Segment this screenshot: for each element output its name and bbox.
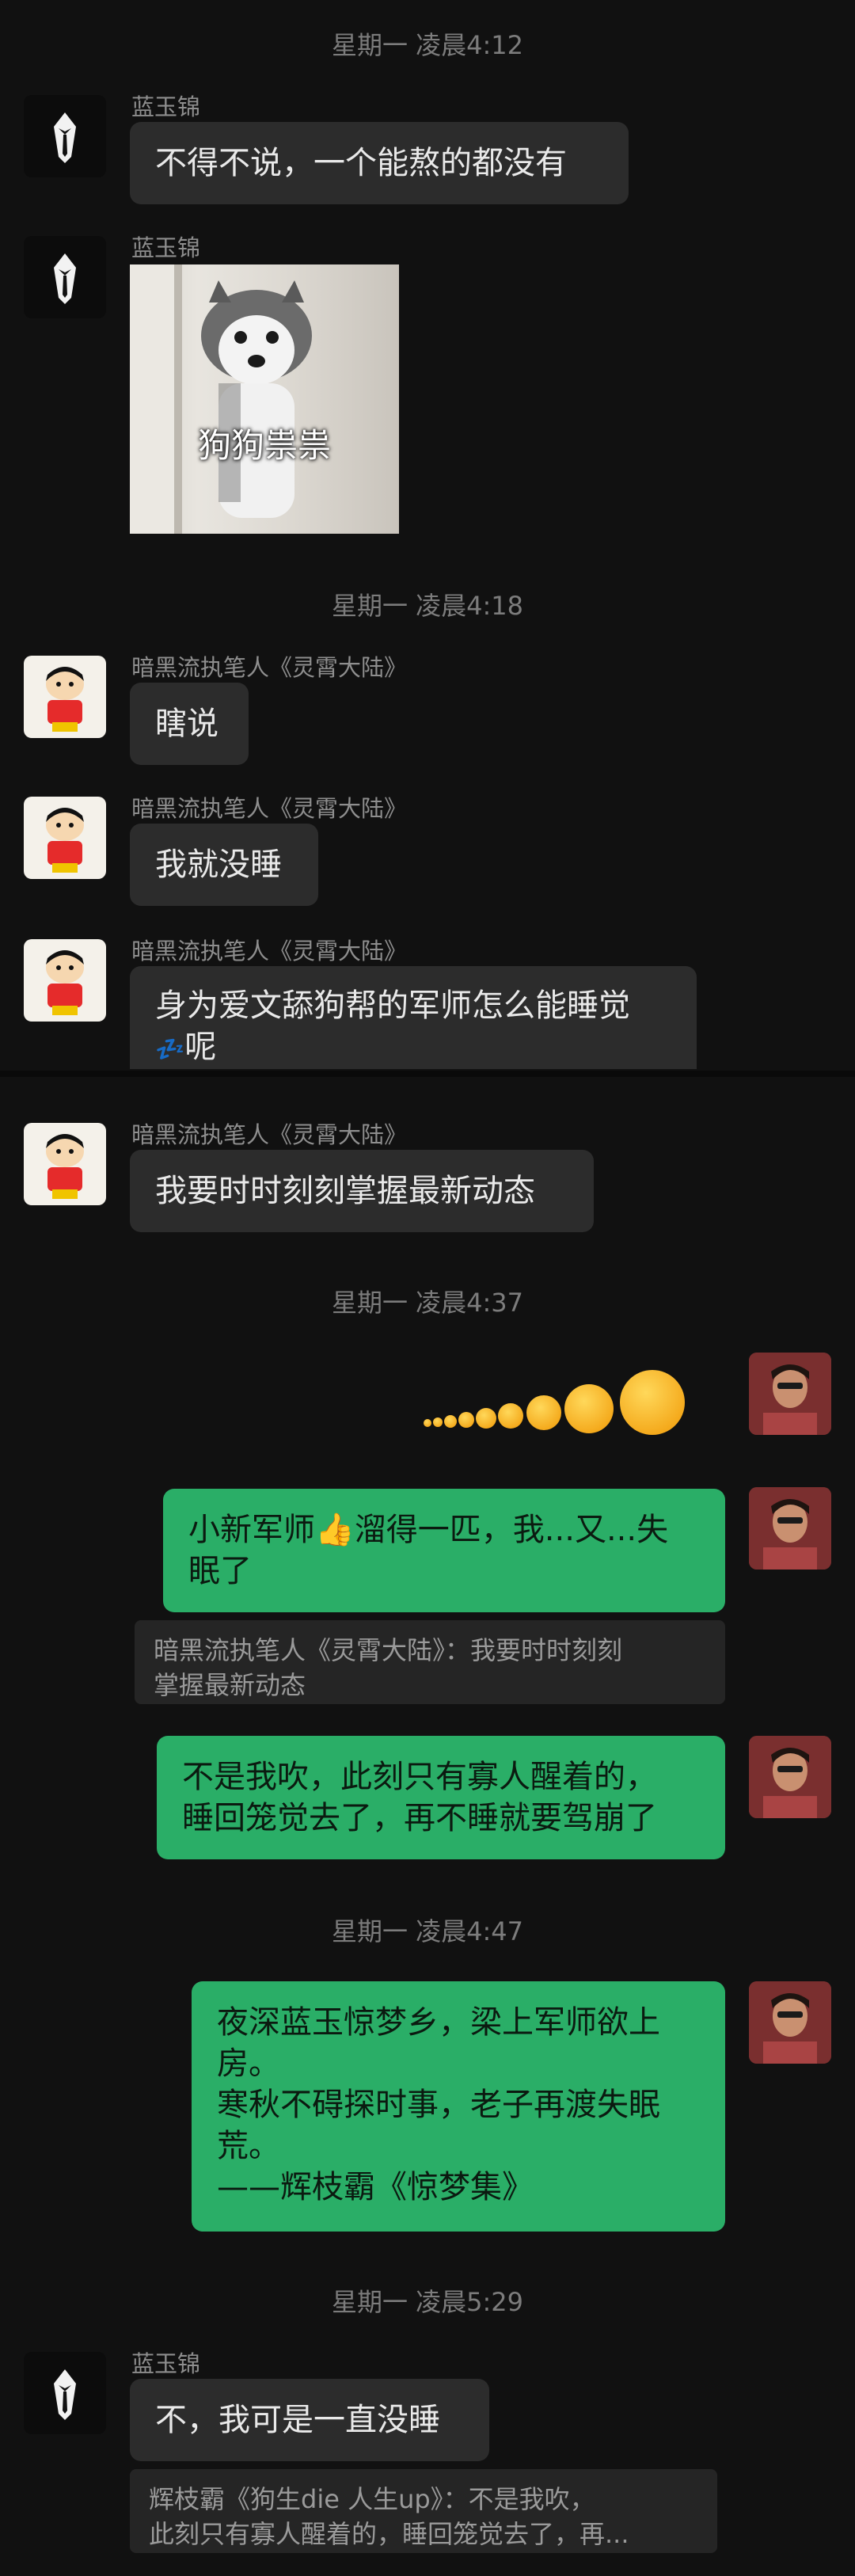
- quote-line: 辉枝霸《狗生die 人生up》：不是我吹，: [149, 2484, 595, 2514]
- tears-of-joy-emoji-icon: [424, 1419, 431, 1427]
- my-message-bubble[interactable]: 不是我吹，此刻只有寡人醒着的， 睡回笼觉去了，再不睡就要驾崩了: [157, 1736, 725, 1859]
- sender-name: 蓝玉锦: [131, 2350, 201, 2377]
- avatar[interactable]: [24, 1123, 106, 1205]
- message-bubble[interactable]: 我就没睡: [130, 824, 318, 906]
- laughing-emoji-sticker[interactable]: [424, 1356, 732, 1443]
- tuxedo-icon: [54, 253, 76, 304]
- sender-name: 蓝玉锦: [131, 234, 201, 261]
- selfie-portrait-icon: [749, 1736, 831, 1818]
- selfie-portrait-icon: [749, 1981, 831, 2064]
- tears-of-joy-emoji-icon: [526, 1395, 561, 1430]
- timestamp: 星期一 凌晨4:18: [331, 591, 524, 621]
- message-text-line: 身为爱文舔狗帮的军师怎么能睡觉: [155, 987, 630, 1024]
- chat-window: 星期一 凌晨4:12 蓝玉锦 不得不说，一个能熬的都没有 蓝玉锦 狗狗祟祟 星期…: [0, 0, 855, 2576]
- message-text-line: 荒。: [217, 2128, 280, 2164]
- sender-name: 暗黑流执笔人《灵霄大陆》: [131, 654, 408, 681]
- sticker-image[interactable]: 狗狗祟祟: [130, 264, 399, 534]
- screenshot-separator: [0, 1071, 855, 1077]
- sender-name: 暗黑流执笔人《灵霄大陆》: [131, 1121, 408, 1148]
- message-text-line: 小新军师👍溜得一匹，我...又...失: [188, 1512, 669, 1548]
- my-avatar[interactable]: [749, 1487, 831, 1570]
- tears-of-joy-emoji-icon: [476, 1408, 496, 1429]
- quoted-message[interactable]: 辉枝霸《狗生die 人生up》：不是我吹， 此刻只有寡人醒着的，睡回笼觉去了，再…: [130, 2469, 717, 2553]
- sender-name: 蓝玉锦: [131, 93, 201, 120]
- quote-line: 此刻只有寡人醒着的，睡回笼觉去了，再...: [149, 2519, 629, 2549]
- message-text: 我要时时刻刻掌握最新动态: [155, 1173, 535, 1209]
- avatar[interactable]: [24, 656, 106, 738]
- message-text-line: 眠了: [188, 1553, 252, 1589]
- message-text: 我就没睡: [155, 847, 282, 883]
- timestamp: 星期一 凌晨4:37: [331, 1288, 524, 1318]
- message-text-line: ——辉枝霸《惊梦集》: [217, 2169, 534, 2205]
- message-text: 不得不说，一个能熬的都没有: [155, 145, 567, 181]
- my-message-bubble[interactable]: 夜深蓝玉惊梦乡，梁上军师欲上 房。 寒秋不碍探时事，老子再渡失眠 荒。 ——辉枝…: [192, 1981, 725, 2232]
- cartoon-boy-icon: [46, 667, 84, 732]
- tears-of-joy-emoji-icon: [564, 1384, 614, 1433]
- sender-name: 暗黑流执笔人《灵霄大陆》: [131, 938, 408, 965]
- tuxedo-icon: [54, 112, 76, 163]
- selfie-portrait-icon: [749, 1487, 831, 1570]
- my-message-bubble[interactable]: 小新军师👍溜得一匹，我...又...失 眠了: [163, 1489, 725, 1612]
- selfie-portrait-icon: [749, 1353, 831, 1435]
- quote-line: 掌握最新动态: [154, 1670, 306, 1700]
- avatar[interactable]: [24, 236, 106, 318]
- tears-of-joy-emoji-icon: [444, 1415, 457, 1428]
- my-avatar[interactable]: [749, 1981, 831, 2064]
- message-bubble[interactable]: 不，我可是一直没睡: [130, 2379, 489, 2461]
- timestamp: 星期一 凌晨5:29: [331, 2287, 524, 2317]
- tuxedo-icon: [54, 2369, 76, 2420]
- message-bubble[interactable]: 我要时时刻刻掌握最新动态: [130, 1150, 594, 1232]
- message-text-line: 💤呢: [155, 1026, 671, 1069]
- sleeping-zzz-icon: 💤: [155, 1036, 185, 1064]
- avatar[interactable]: [24, 939, 106, 1022]
- message-text: 瞎说: [155, 706, 218, 742]
- message-text: 不，我可是一直没睡: [155, 2402, 440, 2438]
- message-text-line: 夜深蓝玉惊梦乡，梁上军师欲上: [217, 2004, 660, 2041]
- quote-line: 暗黑流执笔人《灵霄大陆》：我要时时刻刻: [154, 1635, 623, 1665]
- tears-of-joy-emoji-icon: [498, 1403, 523, 1429]
- cartoon-boy-icon: [46, 1134, 84, 1199]
- message-text-line: 寒秋不碍探时事，老子再渡失眠: [217, 2087, 660, 2123]
- tears-of-joy-emoji-icon: [458, 1412, 474, 1428]
- cartoon-boy-icon: [46, 950, 84, 1015]
- my-avatar[interactable]: [749, 1736, 831, 1818]
- husky-dog-icon: [130, 264, 312, 534]
- my-avatar[interactable]: [749, 1353, 831, 1435]
- tears-of-joy-emoji-icon: [433, 1417, 443, 1427]
- avatar[interactable]: [24, 95, 106, 177]
- cartoon-boy-icon: [46, 808, 84, 873]
- message-text-line: 房。: [217, 2045, 280, 2082]
- message-text: 呢: [184, 1029, 217, 1065]
- avatar[interactable]: [24, 797, 106, 879]
- message-text-line: 不是我吹，此刻只有寡人醒着的，: [182, 1759, 657, 1795]
- timestamp: 星期一 凌晨4:47: [331, 1916, 524, 1946]
- quoted-message[interactable]: 暗黑流执笔人《灵霄大陆》：我要时时刻刻 掌握最新动态: [135, 1620, 725, 1704]
- message-bubble[interactable]: 身为爱文舔狗帮的军师怎么能睡觉 💤呢: [130, 966, 697, 1069]
- message-text-line: 睡回笼觉去了，再不睡就要驾崩了: [182, 1800, 657, 1836]
- avatar[interactable]: [24, 2352, 106, 2434]
- message-bubble[interactable]: 瞎说: [130, 683, 249, 765]
- sticker-caption: 狗狗祟祟: [197, 426, 331, 465]
- message-bubble[interactable]: 不得不说，一个能熬的都没有: [130, 122, 629, 204]
- sender-name: 暗黑流执笔人《灵霄大陆》: [131, 795, 408, 822]
- timestamp: 星期一 凌晨4:12: [331, 30, 524, 60]
